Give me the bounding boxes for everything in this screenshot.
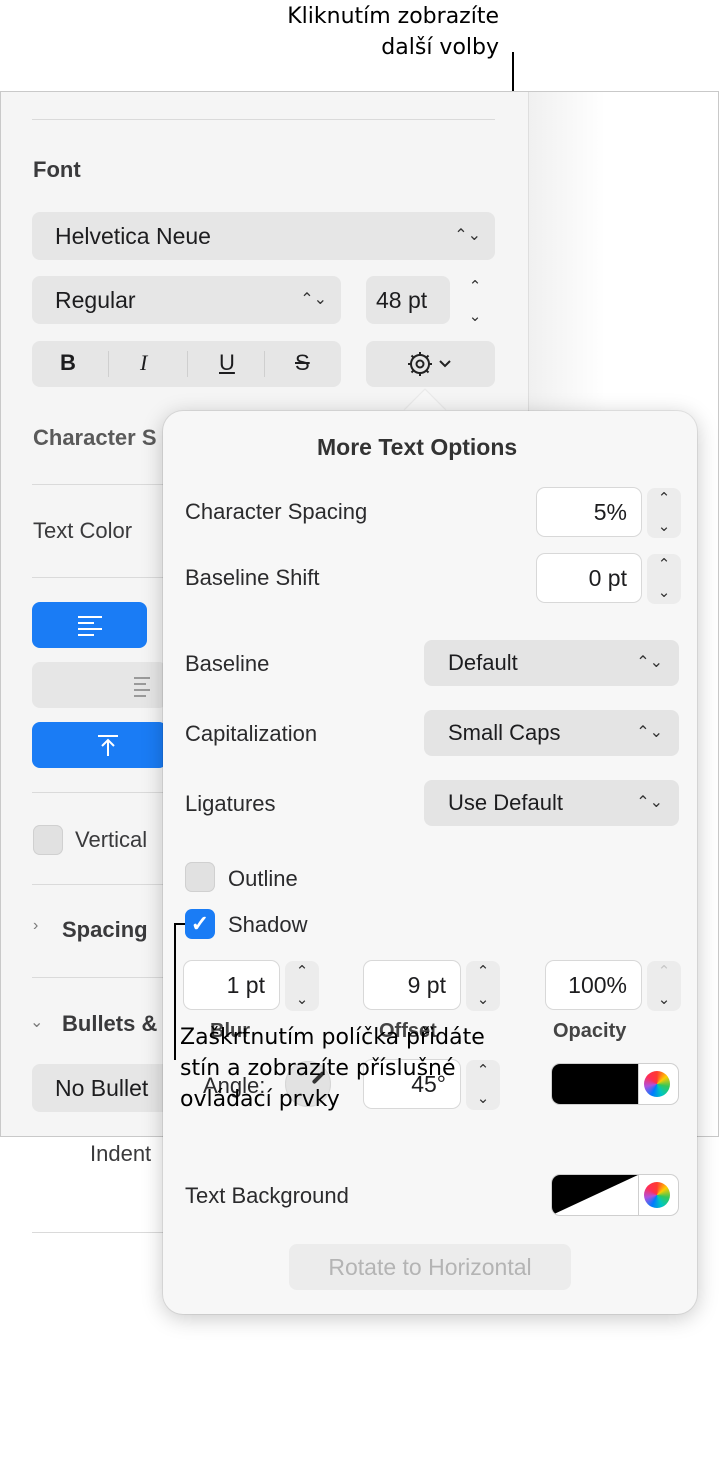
stepper-down-icon[interactable]: ⌄: [658, 989, 671, 1011]
shadow-color-fill[interactable]: [552, 1064, 638, 1104]
bold-button[interactable]: B: [60, 350, 76, 376]
font-size-field[interactable]: 48 pt: [366, 276, 450, 324]
popup-chevron-icon: ⌃⌄: [300, 291, 327, 308]
indent-icon: [134, 677, 150, 697]
outline-checkbox[interactable]: [185, 862, 215, 892]
capitalization-label: Capitalization: [185, 721, 318, 746]
ligatures-popup[interactable]: Use Default ⌃⌄: [424, 780, 679, 826]
underline-button[interactable]: U: [219, 350, 235, 376]
popup-chevron-icon: ⌃⌄: [636, 654, 663, 671]
color-wheel-icon[interactable]: [644, 1071, 670, 1097]
color-well-divider: [638, 1064, 639, 1104]
callout-bottom-line3: ovládací prvky: [180, 1087, 340, 1112]
shadow-opacity-label: Opacity: [553, 1020, 627, 1042]
callout-top-line2: další volby: [381, 35, 499, 60]
color-wheel-icon[interactable]: [644, 1182, 670, 1208]
font-size-stepper[interactable]: ⌃ ⌄: [458, 276, 492, 328]
capitalization-popup[interactable]: Small Caps ⌃⌄: [424, 710, 679, 756]
character-spacing-label: Character Spacing: [185, 499, 368, 524]
bullets-popup[interactable]: No Bullet: [32, 1064, 182, 1112]
shadow-color-well[interactable]: [552, 1064, 678, 1104]
character-spacing-field[interactable]: 5%: [537, 488, 641, 536]
callout-bottom-leader-horizontal: [174, 923, 185, 925]
shadow-offset-stepper[interactable]: ⌃ ⌄: [466, 961, 500, 1011]
no-color-icon: [552, 1175, 638, 1215]
font-style-popup[interactable]: Regular ⌃⌄: [32, 276, 341, 324]
stepper-up-icon[interactable]: ⌃: [658, 554, 671, 576]
stepper-down-icon[interactable]: ⌄: [469, 306, 482, 328]
callout-bottom-leader-vertical: [174, 923, 176, 1060]
baseline-popup[interactable]: Default ⌃⌄: [424, 640, 679, 686]
stepper-up-icon[interactable]: ⌃: [658, 961, 671, 983]
stepper-up-icon[interactable]: ⌃: [296, 961, 309, 983]
baseline-label: Baseline: [185, 651, 270, 676]
spacing-section-label[interactable]: Spacing: [62, 917, 148, 943]
baseline-shift-stepper[interactable]: ⌃ ⌄: [647, 554, 681, 604]
strikethrough-button[interactable]: S: [295, 350, 310, 376]
gear-chevron-icon: [408, 352, 451, 376]
shadow-opacity-stepper[interactable]: ⌃ ⌄: [647, 961, 681, 1011]
font-family-popup[interactable]: Helvetica Neue ⌃⌄: [32, 212, 495, 260]
bullets-popup-value: No Bullet: [55, 1075, 149, 1101]
align-top-button[interactable]: [32, 722, 167, 768]
ligatures-label: Ligatures: [185, 791, 276, 816]
character-styles-label: Character S: [33, 425, 157, 450]
disclosure-right-icon[interactable]: ›: [33, 917, 38, 935]
outline-label: Outline: [228, 866, 298, 891]
popup-chevron-icon: ⌃⌄: [454, 227, 481, 244]
vertical-text-label: Vertical: [75, 827, 148, 852]
stepper-up-icon[interactable]: ⌃: [469, 276, 482, 298]
callout-shadow-checkbox: Zaškrtnutím políčka přidáte stín a zobra…: [180, 1022, 485, 1115]
stepper-down-icon[interactable]: ⌄: [658, 516, 671, 538]
sidebar-divider: [32, 119, 495, 120]
text-background-label: Text Background: [185, 1183, 349, 1208]
text-background-color-well[interactable]: [552, 1175, 678, 1215]
text-color-label: Text Color: [33, 518, 133, 543]
ligatures-popup-value: Use Default: [448, 790, 563, 815]
align-top-icon: [98, 735, 118, 756]
baseline-popup-value: Default: [448, 650, 518, 675]
button-divider: [187, 351, 188, 377]
font-style-value: Regular: [55, 287, 136, 313]
stepper-up-icon[interactable]: ⌃: [658, 488, 671, 510]
font-section-title: Font: [33, 157, 81, 182]
callout-bottom-line2: stín a zobrazíte příslušné: [180, 1056, 456, 1081]
baseline-shift-field[interactable]: 0 pt: [537, 554, 641, 602]
shadow-blur-stepper[interactable]: ⌃ ⌄: [285, 961, 319, 1011]
button-divider: [264, 351, 265, 377]
stepper-down-icon[interactable]: ⌄: [477, 989, 490, 1011]
baseline-shift-label: Baseline Shift: [185, 565, 320, 590]
vertical-text-checkbox[interactable]: [33, 825, 63, 855]
bullets-section-label[interactable]: Bullets &: [62, 1011, 157, 1037]
rotate-to-horizontal-button[interactable]: Rotate to Horizontal: [289, 1244, 571, 1290]
stepper-up-icon[interactable]: ⌃: [477, 961, 490, 983]
font-family-value: Helvetica Neue: [55, 223, 211, 249]
callout-top-line1: Kliknutím zobrazíte: [287, 4, 499, 29]
popup-chevron-icon: ⌃⌄: [636, 724, 663, 741]
shadow-opacity-field[interactable]: 100%: [546, 961, 641, 1009]
callout-more-options: Kliknutím zobrazíte další volby: [287, 1, 499, 63]
capitalization-popup-value: Small Caps: [448, 720, 561, 745]
button-divider: [108, 351, 109, 377]
indent-label: Indent: [90, 1141, 152, 1166]
italic-button[interactable]: I: [140, 350, 147, 376]
shadow-label: Shadow: [228, 912, 308, 937]
align-left-icon: [78, 616, 102, 636]
shadow-checkbox[interactable]: ✓: [185, 909, 215, 939]
shadow-blur-field[interactable]: 1 pt: [184, 961, 279, 1009]
font-size-value: 48 pt: [376, 287, 428, 313]
advanced-options-button[interactable]: [366, 341, 495, 387]
stepper-down-icon[interactable]: ⌄: [658, 582, 671, 604]
checkmark-icon: ✓: [190, 911, 210, 936]
popup-chevron-icon: ⌃⌄: [636, 794, 663, 811]
color-well-divider: [638, 1175, 639, 1215]
indent-buttons[interactable]: [32, 662, 167, 708]
popover-title: More Text Options: [317, 434, 518, 460]
callout-bottom-line1: Zaškrtnutím políčka přidáte: [180, 1025, 485, 1050]
disclosure-down-icon[interactable]: ⌄: [30, 1012, 43, 1032]
shadow-offset-field[interactable]: 9 pt: [364, 961, 460, 1009]
align-left-button[interactable]: [32, 602, 147, 648]
character-spacing-stepper[interactable]: ⌃ ⌄: [647, 488, 681, 538]
stepper-down-icon[interactable]: ⌄: [296, 989, 309, 1011]
